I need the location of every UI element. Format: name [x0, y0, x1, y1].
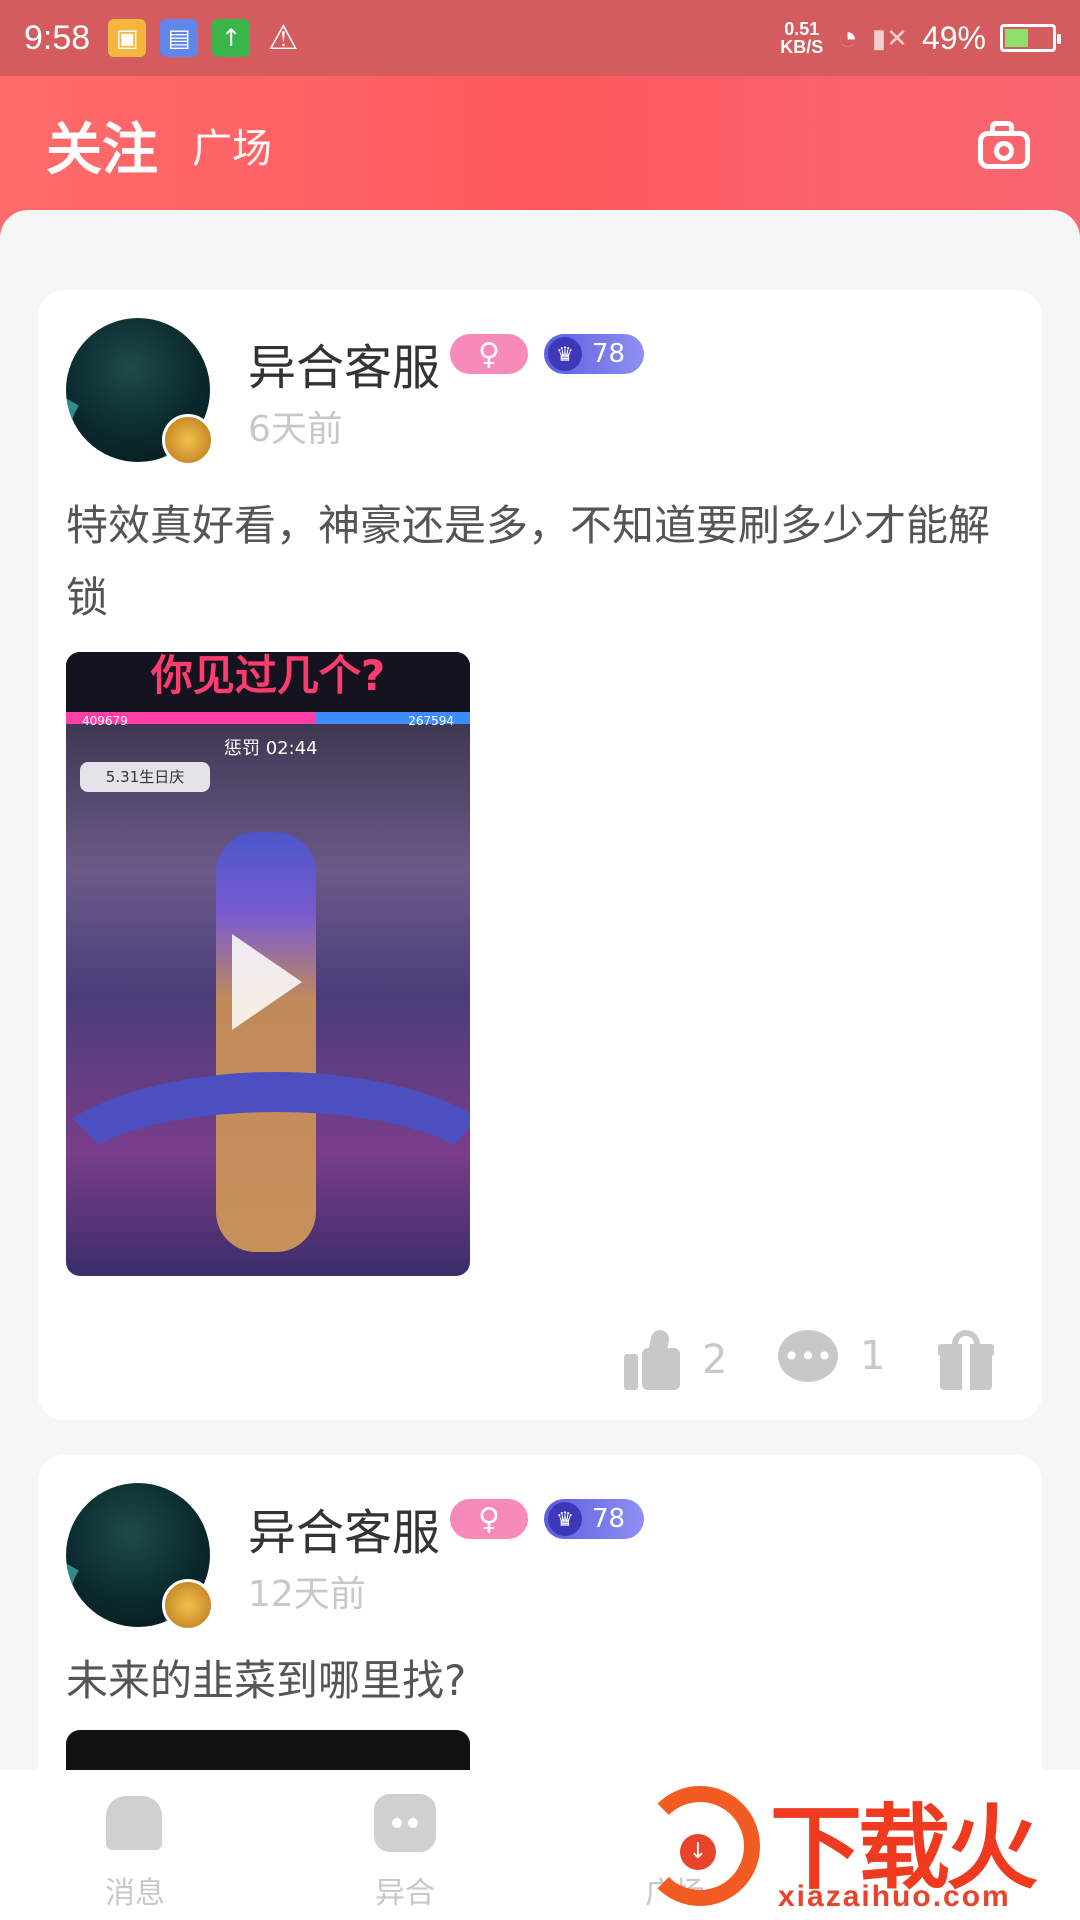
net-speed-value: 0.51: [784, 19, 820, 39]
left-score: 409679: [82, 714, 128, 728]
tab-square[interactable]: 广场: [192, 116, 272, 174]
nav-label: 异合: [375, 1876, 435, 1911]
upload-app-icon: ↑: [212, 19, 251, 57]
watermark-logo: ↓ 下载火 xiazaihuo.com: [630, 1770, 1080, 1920]
tab-following[interactable]: 关注: [46, 105, 158, 186]
post-text: 特效真好看，神豪还是多，不知道要刷多少才能解锁: [66, 501, 991, 622]
nav-label: 消息: [105, 1876, 165, 1911]
level-value: 78: [592, 339, 626, 369]
crown-icon: ♛: [548, 1502, 582, 1536]
download-icon: ↓: [680, 1834, 716, 1870]
like-button[interactable]: 2: [624, 1328, 728, 1390]
level-value: 78: [592, 1504, 626, 1534]
video-timer: 惩罚 02:44: [224, 738, 318, 759]
battery-icon: [1000, 24, 1061, 52]
game-app-icon: ▣: [108, 19, 147, 57]
gift-button[interactable]: [938, 1330, 994, 1390]
play-icon[interactable]: [232, 934, 302, 1030]
comment-button[interactable]: ••• 1: [778, 1330, 885, 1382]
female-gender-badge: ♀: [450, 1499, 528, 1539]
status-bar: 9:58 ▣ ▤ ↑ ⚠ 0.51 KB/S ◔ ▮✕ 49%: [0, 0, 1080, 76]
net-speed-unit: KB/S: [780, 37, 824, 57]
thumbs-up-icon: [624, 1328, 680, 1390]
username[interactable]: 异合客服: [248, 1493, 440, 1563]
battery-fill: [1005, 29, 1028, 47]
camera-icon[interactable]: [974, 119, 1034, 171]
signal-icon: ▮✕: [871, 22, 908, 53]
right-score: 267594: [408, 714, 454, 728]
message-icon: [106, 1796, 162, 1850]
username[interactable]: 异合客服: [248, 328, 440, 398]
post-actions: 2 ••• 1: [38, 1328, 1042, 1410]
post-time: 6天前: [248, 409, 343, 450]
battery-percent: 49%: [921, 19, 986, 56]
level-badge: ♛ 78: [544, 334, 644, 374]
comment-count: 1: [860, 1333, 886, 1379]
video-thumbnail[interactable]: 你见过几个? 409679 267594 惩罚 02:44 5.31生日庆: [66, 652, 470, 1276]
warning-icon: ⚠: [267, 18, 299, 58]
post-card[interactable]: 异合客服 ♀ ♛ 78 12天前 未来的韭菜到哪里找?: [38, 1455, 1042, 1810]
gift-icon: [938, 1330, 994, 1390]
vip-badge-icon: [162, 1579, 214, 1631]
crown-icon: ♛: [548, 337, 582, 371]
level-badge: ♛ 78: [544, 1499, 644, 1539]
comment-icon: •••: [778, 1330, 838, 1382]
like-count: 2: [702, 1337, 728, 1383]
post-time: 12天前: [248, 1574, 366, 1615]
post-text: 未来的韭菜到哪里找?: [66, 1656, 467, 1705]
post-card[interactable]: 异合客服 ♀ ♛ 78 6天前 特效真好看，神豪还是多，不知道要刷多少才能解锁 …: [38, 290, 1042, 1420]
nav-item-pair[interactable]: 异合: [270, 1770, 540, 1920]
event-tag: 5.31生日庆: [80, 762, 210, 792]
chat-bubble-icon: [374, 1794, 436, 1852]
nav-item-messages[interactable]: 消息: [0, 1770, 270, 1920]
notes-app-icon: ▤: [160, 19, 199, 57]
wifi-icon: ◔: [837, 18, 858, 57]
female-gender-badge: ♀: [450, 334, 528, 374]
top-navigation: 关注 广场: [0, 100, 1080, 190]
feed-container: 异合客服 ♀ ♛ 78 6天前 特效真好看，神豪还是多，不知道要刷多少才能解锁 …: [0, 210, 1080, 1810]
network-speed: 0.51 KB/S: [780, 20, 823, 56]
status-time: 9:58: [24, 18, 91, 57]
watermark-url: xiazaihuo.com: [778, 1880, 1011, 1913]
vip-badge-icon: [162, 414, 214, 466]
